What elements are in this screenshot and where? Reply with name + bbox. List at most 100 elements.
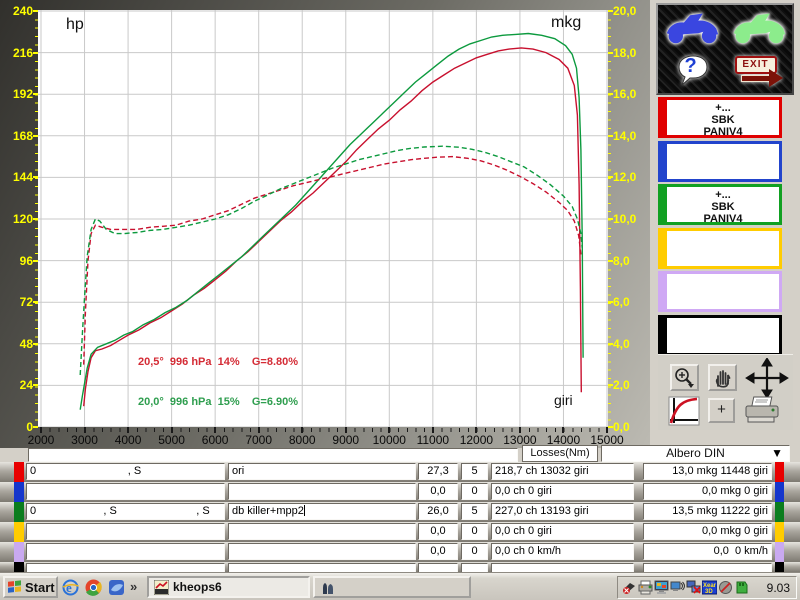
max-power-field[interactable]: 0,0 ch 0 km/h <box>491 543 634 560</box>
text-cursor <box>304 505 305 516</box>
taskbar-task-app[interactable] <box>313 576 471 598</box>
max-power-field[interactable]: 218,7 ch 13032 giri <box>491 463 634 480</box>
run-note-field[interactable]: db killer+mpp2 <box>228 503 416 520</box>
x-axis-tick-mark <box>214 427 216 433</box>
plot-area[interactable]: hp mkg giri 20,5° 996 hPa 14% G=8.80% 20… <box>38 10 608 427</box>
row-color-chip-left <box>14 482 24 502</box>
row-color-chip-left <box>14 522 24 542</box>
x-axis-minor-ticks <box>41 428 608 432</box>
dyno-chart-frame: hp mkg giri 20,5° 996 hPa 14% G=8.80% 20… <box>0 0 650 448</box>
temp-field[interactable]: 27,3 <box>418 463 458 480</box>
losses-button[interactable]: Losses(Nm) <box>522 445 598 462</box>
right-axis-tick: 8,0 <box>613 254 649 268</box>
max-power-field[interactable]: 0,0 ch 0 giri <box>491 523 634 540</box>
x-axis-tick-mark <box>606 427 608 433</box>
preset-box-line: +... <box>667 102 779 114</box>
kheops6-icon <box>154 580 169 595</box>
device-blocked-icon[interactable] <box>622 580 637 595</box>
run-name-field[interactable] <box>26 483 225 500</box>
blue-motorcycle-button[interactable] <box>663 9 721 45</box>
preset-box-line: PANIV4 <box>667 126 779 138</box>
gear-field[interactable]: 0 <box>461 483 488 500</box>
preset-box-2[interactable] <box>658 141 782 182</box>
task-label: kheops6 <box>173 580 222 594</box>
axis-mode-dropdown[interactable]: Albero DIN ▼ <box>601 445 790 462</box>
run-note-field[interactable]: ori <box>228 463 416 480</box>
table-header-row: Losses(Nm) Albero DIN ▼ <box>0 445 800 462</box>
max-torque-field[interactable]: 13,5 mkg 11222 giri <box>643 503 772 520</box>
left-axis-tick: 24 <box>2 378 33 392</box>
preset-box-6[interactable] <box>658 315 782 356</box>
preset-box-5[interactable] <box>658 271 782 312</box>
run-note-field[interactable] <box>228 563 416 572</box>
quicklaunch-overflow-chevron[interactable]: » <box>130 579 137 594</box>
gear-field[interactable]: 5 <box>461 463 488 480</box>
memory-card-icon[interactable] <box>734 580 749 595</box>
max-power-field[interactable] <box>491 563 634 572</box>
max-torque-field[interactable]: 0,0 mkg 0 giri <box>643 483 772 500</box>
printer-tray-icon[interactable] <box>638 580 653 595</box>
curve-icon <box>668 396 700 426</box>
max-power-field[interactable]: 0,0 ch 0 giri <box>491 483 634 500</box>
taskbar-task-kheops6[interactable]: kheops6 <box>147 576 310 598</box>
move-arrows-icon[interactable] <box>744 358 790 398</box>
preset-box-4[interactable] <box>658 228 782 269</box>
gear-field[interactable]: 5 <box>461 503 488 520</box>
max-torque-field[interactable]: 0,0 mkg 0 giri <box>643 523 772 540</box>
right-axis-tick: 4,0 <box>613 337 649 351</box>
system-tray: Xear 3D 9.03 <box>617 576 797 599</box>
row-color-chip-right <box>775 502 784 522</box>
preset-box-3[interactable]: +...SBKPANIV4 <box>658 184 782 225</box>
temp-field[interactable] <box>418 563 458 572</box>
magnifier-plus-icon <box>672 366 697 389</box>
max-power-field[interactable]: 227,0 ch 13193 giri <box>491 503 634 520</box>
gear-field[interactable] <box>461 563 488 572</box>
start-button[interactable]: Start <box>3 576 58 598</box>
table-row <box>0 562 800 572</box>
print-button[interactable] <box>742 396 788 428</box>
max-torque-field[interactable] <box>643 563 772 572</box>
left-axis-tick: 96 <box>2 254 33 268</box>
media-icon[interactable] <box>108 579 125 596</box>
hp-axis-label: hp <box>66 16 84 34</box>
zoom-button[interactable] <box>670 364 699 391</box>
run-note-field[interactable] <box>228 523 416 540</box>
run-name-field[interactable] <box>26 523 225 540</box>
preset-box-1[interactable]: +...SBKPANIV4 <box>658 97 782 138</box>
curve-tool-button[interactable] <box>668 396 700 426</box>
exit-arrow-icon <box>741 75 771 82</box>
max-torque-field[interactable]: 13,0 mkg 11448 giri <box>643 463 772 480</box>
volume-muted-icon[interactable] <box>718 580 733 595</box>
audio-display-icon[interactable] <box>670 580 685 595</box>
add-button[interactable]: + <box>708 398 735 423</box>
left-axis-tick: 48 <box>2 337 33 351</box>
gear-field[interactable]: 0 <box>461 523 488 540</box>
xear3d-icon[interactable]: Xear 3D <box>702 580 717 595</box>
green-motorcycle-button[interactable] <box>730 9 788 45</box>
gear-field[interactable]: 0 <box>461 543 488 560</box>
temp-field[interactable]: 0,0 <box>418 543 458 560</box>
run-name-field[interactable]: 0 , S <box>26 463 225 480</box>
comment-field[interactable] <box>28 448 518 462</box>
preset-box-line: +... <box>667 189 779 201</box>
run-note-field[interactable] <box>228 543 416 560</box>
run-name-field[interactable]: 0 , S , S <box>26 503 225 520</box>
chrome-icon[interactable] <box>85 579 102 596</box>
table-row: 0,000,0 ch 0 giri 0,0 mkg 0 giri <box>0 482 800 502</box>
exit-button[interactable]: EXIT <box>733 55 785 87</box>
ie-icon[interactable]: e <box>62 579 79 596</box>
run-name-field[interactable] <box>26 543 225 560</box>
temp-field[interactable]: 0,0 <box>418 483 458 500</box>
svg-text:e: e <box>66 580 72 595</box>
network-error-icon[interactable] <box>686 580 701 595</box>
max-torque-field[interactable]: 0,0 0 km/h <box>643 543 772 560</box>
run-name-field[interactable] <box>26 563 225 572</box>
help-button[interactable]: ? <box>674 54 710 88</box>
pan-button[interactable] <box>708 364 737 391</box>
display-icon[interactable] <box>654 580 669 595</box>
temp-field[interactable]: 0,0 <box>418 523 458 540</box>
run-note-field[interactable] <box>228 483 416 500</box>
temp-field[interactable]: 26,0 <box>418 503 458 520</box>
row-color-chip-right <box>775 562 784 572</box>
table-row: 0,000,0 ch 0 km/h 0,0 0 km/h <box>0 542 800 562</box>
